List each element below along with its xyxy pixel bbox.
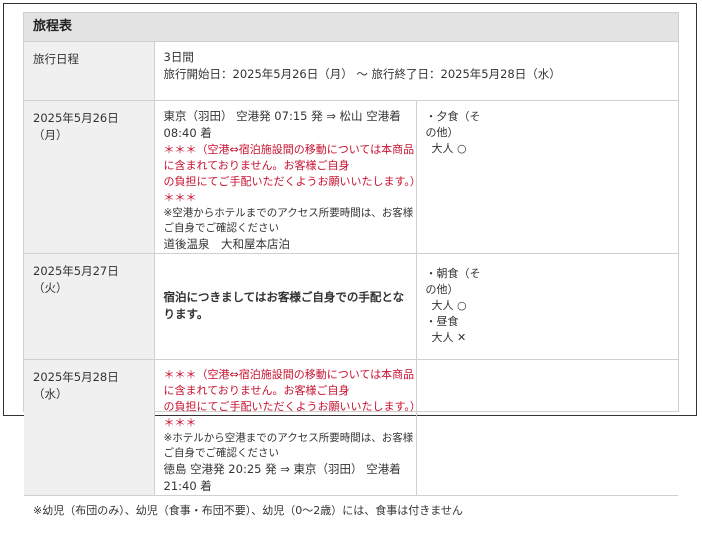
day-date-cell: 2025年5月28日 （水） [24,359,155,496]
day-detail-cell: 東京（羽田） 空港発 07:15 発 ⇒ 松山 空港着 08:40 着 ＊＊＊（… [154,100,416,254]
meal-line: 大人 ○ [431,298,467,312]
day-row: 2025年5月26日 （月） 東京（羽田） 空港発 07:15 発 ⇒ 松山 空… [24,100,678,254]
day-weekday: （火） [33,280,68,295]
footer-row: ※幼児（布団のみ）、幼児（食事・布団不要）、幼児（0〜2歳）には、食事は付きませ… [24,495,678,533]
lodging-note: 宿泊につきましてはお客様ご自身での手配となります。 [163,290,405,321]
day-detail-cell: 宿泊につきましてはお客様ご自身での手配となります。 [154,253,416,360]
meal-line: 大人 ○ [431,141,467,155]
hotel-name: 道後温泉 大和屋本店泊 [163,236,291,251]
meal-line: ・朝食（そ [425,266,481,280]
day-row: 2025年5月28日 （水） ＊＊＊（空港⇔宿泊施設間の移動については本商品に含… [24,359,678,496]
screenshot-frame: 旅程表 旅行日程 3日間 旅行開始日：2025年5月26日（月） 〜 旅行終了日… [3,3,697,517]
day-date: 2025年5月27日 [33,263,119,278]
meal-line: の他） [425,125,459,139]
footer-note: ※幼児（布団のみ）、幼児（食事・布団不要）、幼児（0〜2歳）には、食事は付きませ… [33,503,463,517]
period-range: 旅行開始日：2025年5月26日（月） 〜 旅行終了日：2025年5月28日（水… [163,67,561,81]
meal-cell: ・夕食（そ の他） 大人 ○ [415,100,678,254]
itinerary-table: 旅行日程 3日間 旅行開始日：2025年5月26日（月） 〜 旅行終了日：202… [24,42,678,533]
transfer-warning: ＊＊＊（空港⇔宿泊施設間の移動については本商品に含まれておりません。お客様ご自身 [163,142,415,172]
flight-info: 東京（羽田） 空港発 07:15 発 ⇒ 松山 空港着 08:40 着 [163,108,401,140]
day-date: 2025年5月26日 [33,110,119,125]
meal-line: 大人 ✕ [431,330,467,344]
meal-cell: ・朝食（そ の他） 大人 ○ ・昼食 大人 ✕ [415,253,678,360]
access-note: ※ホテルから空港までのアクセス所要時間は、お客様ご自身でご確認ください [163,431,414,459]
meal-line: ・夕食（そ [425,109,481,123]
period-days: 3日間 [163,50,194,64]
transfer-warning: ＊＊＊（空港⇔宿泊施設間の移動については本商品に含まれておりません。お客様ご自身 [163,367,415,397]
panel-title: 旅程表 [24,13,678,42]
day-date-cell: 2025年5月27日 （火） [24,253,155,360]
meal-line: ・昼食 [425,314,459,328]
flight-info: 徳島 空港発 20:25 発 ⇒ 東京（羽田） 空港着 21:40 着 [163,461,401,493]
meal-line: の他） [425,282,459,296]
period-row: 旅行日程 3日間 旅行開始日：2025年5月26日（月） 〜 旅行終了日：202… [24,42,678,101]
period-detail: 3日間 旅行開始日：2025年5月26日（月） 〜 旅行終了日：2025年5月2… [154,42,678,101]
meal-cell [415,359,678,496]
itinerary-panel: 旅程表 旅行日程 3日間 旅行開始日：2025年5月26日（月） 〜 旅行終了日… [23,12,679,517]
day-date: 2025年5月28日 [33,369,119,384]
period-label: 旅行日程 [24,42,155,101]
transfer-warning-cont: の負担にてご手配いただくようお願いいたします。）＊＊＊ [163,174,416,204]
day-weekday: （月） [33,127,68,142]
day-date-cell: 2025年5月26日 （月） [24,100,155,254]
transfer-warning-cont: の負担にてご手配いただくようお願いいたします。）＊＊＊ [163,399,416,429]
day-row: 2025年5月27日 （火） 宿泊につきましてはお客様ご自身での手配となります。… [24,253,678,360]
day-weekday: （水） [33,386,68,401]
day-detail-cell: ＊＊＊（空港⇔宿泊施設間の移動については本商品に含まれておりません。お客様ご自身… [154,359,416,496]
access-note: ※空港からホテルまでのアクセス所要時間は、お客様ご自身でご確認ください [163,206,414,234]
